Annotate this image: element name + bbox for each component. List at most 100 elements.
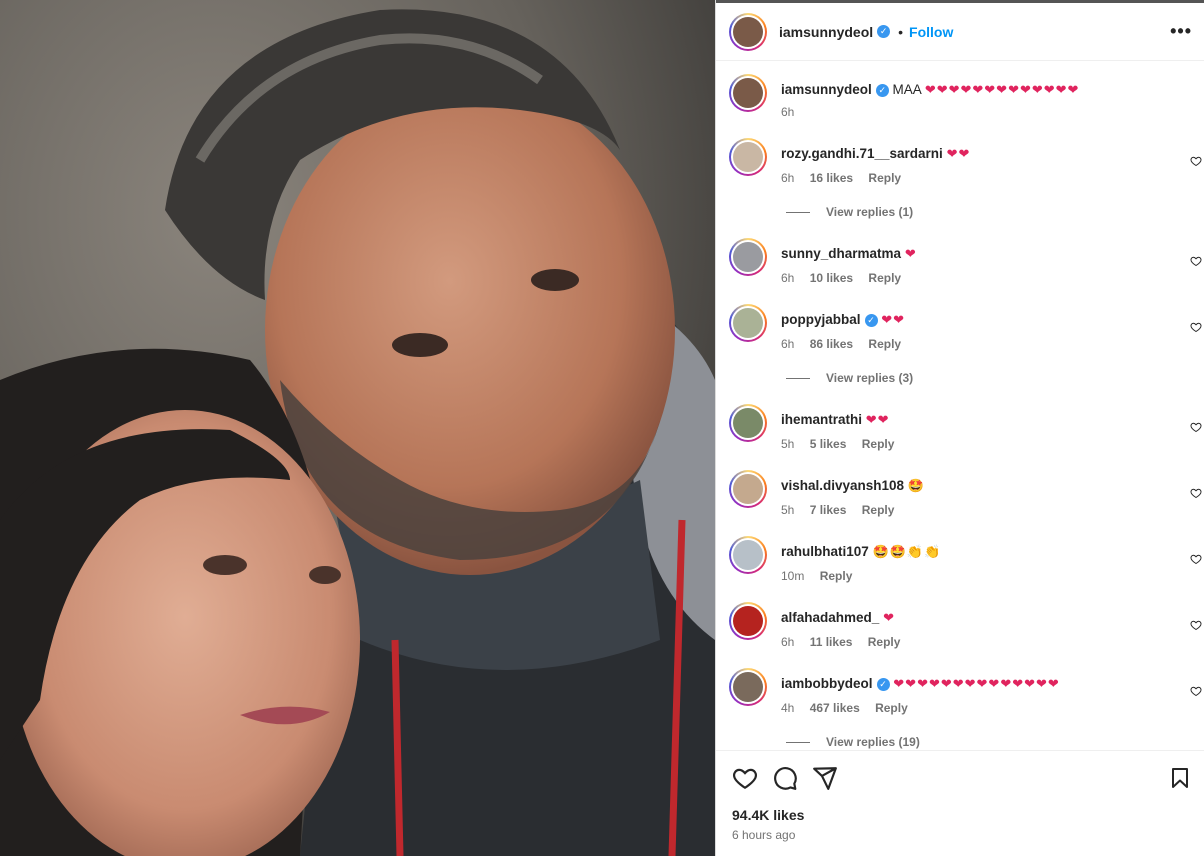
comment-avatar[interactable] [729, 602, 767, 640]
post-actions: 94.4K likes 6 hours ago [716, 750, 1204, 856]
instagram-post-view: iamsunnydeol ✓ • Follow ••• iamsunnydeol… [0, 0, 1204, 856]
comment-item: vishal.divyansh108 🤩 5h 7 likes Reply [729, 470, 1204, 530]
comment-item: ihemantrathi ❤❤ 5h 5 likes Reply [729, 404, 1204, 464]
comment-avatar[interactable] [729, 304, 767, 342]
author-avatar[interactable] [729, 12, 767, 51]
comment-time: 6h [781, 337, 795, 351]
verified-badge-icon: ✓ [864, 313, 878, 327]
comment-item: sunny_dharmatma ❤ 6h 10 likes Reply [729, 238, 1204, 298]
comment-likes[interactable]: 5 likes [810, 437, 847, 451]
reply-button[interactable]: Reply [868, 337, 901, 351]
comment-meta: 6h 86 likes Reply [781, 337, 913, 351]
comment-item: alfahadahmed_ ❤ 6h 11 likes Reply [729, 602, 1204, 662]
caption-avatar[interactable] [729, 74, 767, 112]
reply-button[interactable]: Reply [868, 271, 901, 285]
comment-time: 6h [781, 171, 795, 185]
view-replies-button[interactable]: View replies (3) [786, 371, 913, 385]
comment-likes[interactable]: 86 likes [810, 337, 853, 351]
like-comment-icon[interactable] [1190, 487, 1202, 499]
comment-icon[interactable] [772, 765, 798, 791]
comment-avatar[interactable] [729, 536, 767, 574]
reply-button[interactable]: Reply [868, 635, 901, 649]
view-replies-button[interactable]: View replies (19) [786, 735, 920, 749]
like-comment-icon[interactable] [1190, 553, 1202, 565]
comment-meta: 4h 467 likes Reply [781, 701, 920, 715]
view-replies-button[interactable]: View replies (1) [786, 205, 913, 219]
post-details-panel: iamsunnydeol ✓ • Follow ••• iamsunnydeol… [715, 0, 1204, 856]
caption-body: iamsunnydeol ✓ MAA ❤❤❤❤❤❤❤❤❤❤❤❤❤ [781, 81, 1079, 99]
reply-line [786, 378, 810, 380]
comment-text: 🤩 [907, 478, 926, 493]
like-comment-icon[interactable] [1190, 255, 1202, 267]
reply-button[interactable]: Reply [875, 701, 908, 715]
comment-likes[interactable]: 10 likes [810, 271, 853, 285]
like-comment-icon[interactable] [1190, 421, 1202, 433]
like-comment-icon[interactable] [1190, 321, 1202, 333]
comment-body: vishal.divyansh108 🤩 [781, 477, 925, 495]
comment-likes[interactable]: 7 likes [810, 503, 847, 517]
caption-text: MAA [892, 82, 922, 97]
comment-item: iambobbydeol ✓ ❤❤❤❤❤❤❤❤❤❤❤❤❤❤ 4h 467 like… [729, 668, 1204, 728]
caption-username[interactable]: iamsunnydeol [781, 82, 872, 97]
comment-body: sunny_dharmatma ❤ [781, 245, 917, 263]
comment-username[interactable]: alfahadahmed_ [781, 610, 879, 625]
comment-username[interactable]: poppyjabbal [781, 312, 861, 327]
comment-body: rahulbhati107 🤩🤩👏👏 [781, 543, 941, 561]
caption-meta: 6h [781, 105, 806, 119]
reply-button[interactable]: Reply [862, 437, 895, 451]
action-icons [732, 765, 1192, 793]
like-comment-icon[interactable] [1190, 155, 1202, 167]
comment-username[interactable]: rahulbhati107 [781, 544, 869, 559]
heart-icon[interactable] [732, 765, 758, 791]
comments-list[interactable]: iamsunnydeol ✓ MAA ❤❤❤❤❤❤❤❤❤❤❤❤❤ 6h rozy.… [716, 62, 1204, 750]
caption-time: 6h [781, 105, 795, 119]
caption: iamsunnydeol ✓ MAA ❤❤❤❤❤❤❤❤❤❤❤❤❤ 6h [729, 74, 1204, 134]
post-photo[interactable] [0, 0, 715, 856]
verified-badge-icon: ✓ [876, 677, 890, 691]
comment-avatar[interactable] [729, 470, 767, 508]
author-username[interactable]: iamsunnydeol [779, 24, 873, 40]
comment-avatar[interactable] [729, 238, 767, 276]
comment-text: ❤❤❤❤❤❤❤❤❤❤❤❤❤❤ [893, 676, 1060, 691]
reply-button[interactable]: Reply [868, 171, 901, 185]
like-comment-icon[interactable] [1190, 685, 1202, 697]
reply-button[interactable]: Reply [820, 569, 853, 583]
comment-username[interactable]: sunny_dharmatma [781, 246, 901, 261]
comment-username[interactable]: rozy.gandhi.71__sardarni [781, 146, 943, 161]
comment-username[interactable]: vishal.divyansh108 [781, 478, 904, 493]
comment-likes[interactable]: 16 likes [810, 171, 853, 185]
comment-avatar[interactable] [729, 138, 767, 176]
post-header: iamsunnydeol ✓ • Follow ••• [716, 3, 1204, 61]
comment-body: rozy.gandhi.71__sardarni ❤❤ [781, 145, 970, 163]
comment-meta: 5h 5 likes Reply [781, 437, 906, 451]
comment-time: 10m [781, 569, 805, 583]
comment-avatar[interactable] [729, 404, 767, 442]
comment-username[interactable]: ihemantrathi [781, 412, 862, 427]
comment-body: ihemantrathi ❤❤ [781, 411, 890, 429]
follow-button[interactable]: Follow [909, 24, 953, 40]
comment-body: poppyjabbal ✓ ❤❤ [781, 311, 905, 329]
comment-time: 4h [781, 701, 795, 715]
verified-badge-icon: ✓ [875, 83, 889, 97]
caption-emoji: ❤❤❤❤❤❤❤❤❤❤❤❤❤ [924, 82, 1080, 97]
share-icon[interactable] [812, 765, 838, 791]
comment-text: ❤❤ [865, 412, 890, 427]
comment-text: ❤❤ [946, 146, 971, 161]
photo-illustration [0, 0, 715, 856]
comment-username[interactable]: iambobbydeol [781, 676, 873, 691]
post-timestamp: 6 hours ago [732, 828, 796, 842]
comment-avatar[interactable] [729, 668, 767, 706]
comment-meta: 5h 7 likes Reply [781, 503, 906, 517]
comment-likes[interactable]: 11 likes [810, 635, 853, 649]
like-comment-icon[interactable] [1190, 619, 1202, 631]
reply-line [786, 212, 810, 214]
likes-count[interactable]: 94.4K likes [732, 807, 804, 823]
more-options-icon[interactable]: ••• [1170, 21, 1192, 42]
comment-time: 5h [781, 503, 795, 517]
verified-badge-icon: ✓ [877, 25, 891, 38]
reply-button[interactable]: Reply [862, 503, 895, 517]
comment-likes[interactable]: 467 likes [810, 701, 860, 715]
bookmark-icon[interactable] [1168, 765, 1192, 791]
reply-line [786, 742, 810, 744]
view-replies-label: View replies (3) [826, 371, 914, 385]
